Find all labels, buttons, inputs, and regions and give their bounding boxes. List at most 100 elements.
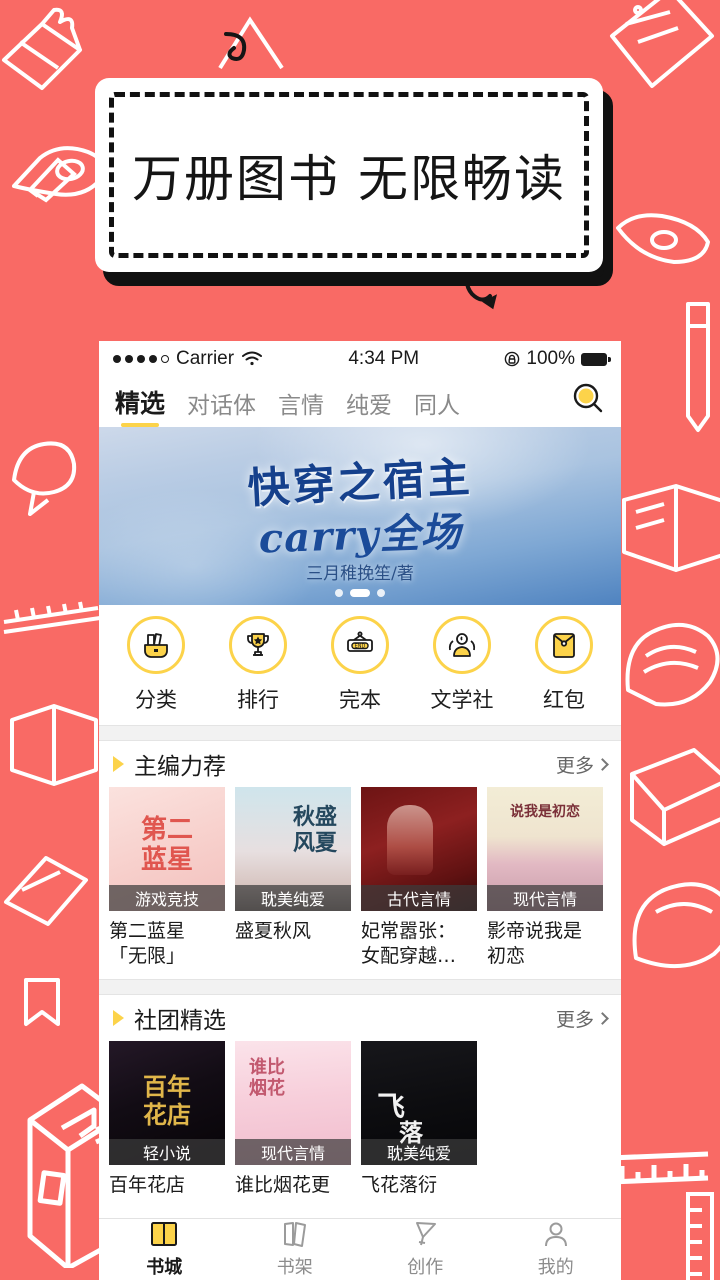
section-header-zhubian: 主编力荐 更多: [99, 741, 621, 787]
ruler-doodle: [3, 601, 101, 634]
book-title: 妃常嚣张： 女配穿越…: [361, 920, 457, 967]
tabbar-item-bookstore[interactable]: 书城: [99, 1220, 230, 1279]
book-category-badge: 现代言情: [487, 885, 603, 911]
book-doodle: [12, 441, 77, 516]
tabbar-label: 创作: [407, 1257, 444, 1278]
section-marker-icon: [113, 756, 124, 772]
entry-label: 文学社: [430, 688, 494, 712]
signal-dots-icon: [113, 355, 169, 363]
tab-jingxuan[interactable]: 精选: [115, 384, 165, 427]
notebook-doodle: [630, 748, 720, 846]
book-title: 百年花店: [109, 1174, 186, 1196]
book-doodle: [625, 623, 720, 707]
carousel-dot-active[interactable]: [350, 589, 370, 597]
book-category-badge: 古代言情: [361, 885, 477, 911]
book-title: 飞花落衍: [361, 1174, 438, 1196]
section-more-button[interactable]: 更多: [555, 1005, 609, 1032]
section-title: 主编力荐: [134, 754, 226, 780]
book-card[interactable]: 现代言情 谁比烟花更: [235, 1041, 351, 1198]
book-cover: 轻小说: [109, 1041, 225, 1165]
tabbar-item-profile[interactable]: 我的: [491, 1220, 622, 1279]
book-cover: 游戏竞技: [109, 787, 225, 911]
pen-doodle: [686, 302, 710, 432]
section-more-button[interactable]: 更多: [556, 751, 609, 778]
tab-chunai[interactable]: 纯爱: [346, 386, 392, 427]
book-category-badge: 耽美纯爱: [235, 885, 351, 911]
book-cover: 古代言情: [361, 787, 477, 911]
promo-banner: 万册图书 无限畅读: [95, 78, 615, 288]
book-card-empty: [487, 1041, 603, 1198]
section-title: 社团精选: [134, 1008, 226, 1034]
section-marker-icon: [113, 1010, 124, 1026]
book-cover: 现代言情: [235, 1041, 351, 1165]
carrier-label: Carrier: [176, 348, 235, 369]
status-bar: Carrier 4:34 PM 100%: [99, 341, 621, 377]
bottom-tab-bar: 书城 书架 创作 我的: [99, 1218, 621, 1280]
chevron-right-icon: [596, 1011, 609, 1025]
book-category-badge: 耽美纯爱: [361, 1139, 477, 1165]
book-cover: 耽美纯爱: [235, 787, 351, 911]
entry-completed[interactable]: END 完本: [312, 616, 408, 714]
bookstore-icon: [151, 1222, 178, 1246]
red-envelope-icon: [535, 616, 593, 674]
battery-percent-label: 100%: [526, 348, 575, 369]
glasses-doodle: [616, 213, 710, 264]
search-icon: [573, 383, 603, 413]
section-divider: [99, 725, 621, 741]
tabbar-item-create[interactable]: 创作: [360, 1220, 491, 1279]
ruler-doodle: [686, 1192, 714, 1280]
tab-yanqing[interactable]: 言情: [278, 386, 324, 427]
section-divider: [99, 979, 621, 995]
book-doodle: [632, 882, 720, 968]
book-category-badge: 游戏竞技: [109, 885, 225, 911]
book-doodle: [10, 704, 98, 786]
tabbar-label: 我的: [537, 1257, 574, 1278]
entry-literature-club[interactable]: 文学社: [414, 616, 510, 714]
book-card[interactable]: 现代言情 影帝说我是 初恋: [487, 787, 603, 969]
end-sign-icon: END: [331, 616, 389, 674]
entry-label: 排行: [237, 688, 279, 712]
carousel-dot[interactable]: [377, 589, 385, 597]
book-category-badge: 现代言情: [235, 1139, 351, 1165]
bookmark-doodle: [24, 978, 60, 1026]
notebook-doodle: [610, 0, 714, 88]
book-title: 谁比烟花更: [235, 1174, 331, 1196]
search-button[interactable]: [571, 382, 605, 427]
book-card[interactable]: 游戏竞技 第二蓝星 「无限」: [109, 787, 225, 969]
tab-tongren[interactable]: 同人: [414, 386, 460, 427]
tab-duihuati[interactable]: 对话体: [187, 386, 256, 427]
entry-ranking[interactable]: 排行: [210, 616, 306, 714]
banner-author: 三月稚挽笙/著: [306, 564, 414, 584]
carousel-dots[interactable]: [99, 589, 621, 597]
wifi-icon: [242, 351, 263, 366]
hero-banner-carousel[interactable]: 快穿之宿主 carry全场 三月稚挽笙/著: [99, 427, 621, 605]
notebook-doodle: [622, 484, 720, 572]
book-card[interactable]: 轻小说 百年花店: [109, 1041, 225, 1198]
rotation-lock-icon: [505, 351, 520, 367]
status-bar-time: 4:34 PM: [348, 348, 420, 369]
entry-label: 分类: [135, 688, 177, 712]
carousel-dot[interactable]: [335, 589, 343, 597]
book-cover: 耽美纯爱: [361, 1041, 477, 1165]
entry-category[interactable]: 分类: [108, 616, 204, 714]
section-more-label: 更多: [555, 1008, 594, 1031]
create-pen-icon: [416, 1222, 437, 1246]
section-header-shetuan: 社团精选 更多: [99, 995, 621, 1041]
chevron-right-icon: [596, 757, 609, 771]
book-category-badge: 轻小说: [109, 1139, 225, 1165]
entry-red-envelope[interactable]: 红包: [516, 616, 612, 714]
book-row: 轻小说 百年花店 现代言情 谁比烟花更 耽美纯爱 飞花落衍: [99, 1041, 621, 1198]
book-card[interactable]: 耽美纯爱 飞花落衍: [361, 1041, 477, 1198]
book-title: 盛夏秋风: [235, 920, 312, 942]
book-title: 第二蓝星 「无限」: [109, 920, 186, 967]
profile-icon: [544, 1222, 567, 1247]
tabbar-item-bookshelf[interactable]: 书架: [230, 1220, 361, 1279]
tabbar-label: 书城: [146, 1257, 183, 1278]
bookshelf-icon: [283, 1222, 306, 1247]
category-tab-bar: 精选 对话体 言情 纯爱 同人: [99, 377, 621, 427]
book-card[interactable]: 耽美纯爱 盛夏秋风: [235, 787, 351, 969]
book-row: 游戏竞技 第二蓝星 「无限」 耽美纯爱 盛夏秋风 古代言情 妃常嚣张： 女配穿越…: [99, 787, 621, 969]
book-card[interactable]: 古代言情 妃常嚣张： 女配穿越…: [361, 787, 477, 969]
status-bar-left: Carrier: [113, 348, 263, 370]
entry-label: 完本: [339, 688, 381, 712]
